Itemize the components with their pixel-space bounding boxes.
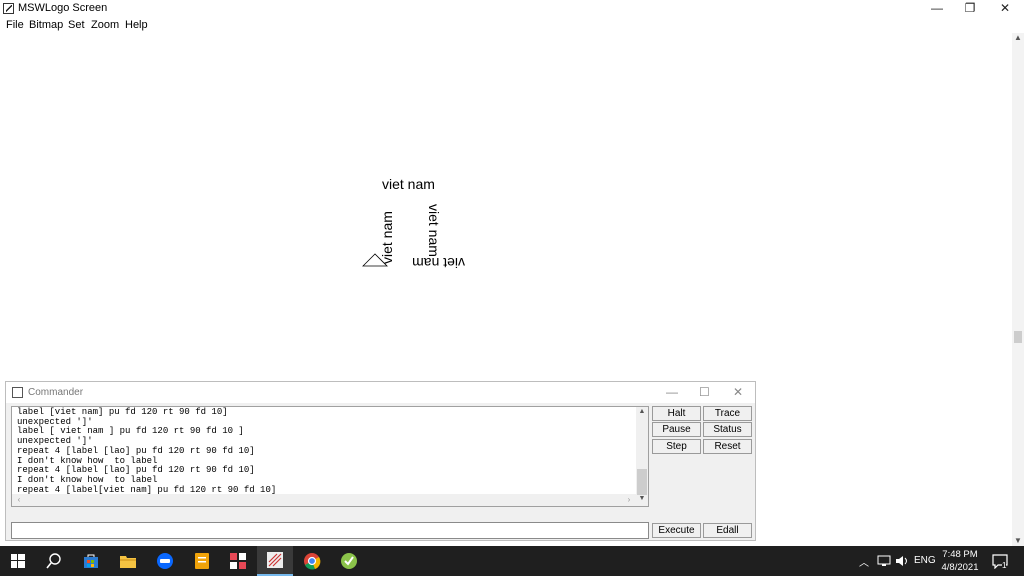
history-scroll-thumb[interactable] <box>637 469 647 495</box>
menu-bar: File Bitmap Set Zoom Help <box>0 17 1024 33</box>
menu-bitmap[interactable]: Bitmap <box>29 19 63 31</box>
commander-title-bar: Commander — ☐ ✕ <box>6 382 755 403</box>
history-scroll-down-icon[interactable]: ▼ <box>636 494 648 504</box>
menu-set[interactable]: Set <box>68 19 85 31</box>
menu-zoom[interactable]: Zoom <box>91 19 119 31</box>
menu-file[interactable]: File <box>6 19 24 31</box>
store-icon[interactable] <box>73 546 109 576</box>
clock-time: 7:48 PM <box>942 549 978 560</box>
chrome-icon[interactable] <box>294 546 330 576</box>
commander-close-button[interactable]: ✕ <box>733 385 743 399</box>
status-button[interactable]: Status <box>703 422 752 437</box>
commander-app-icon <box>12 387 23 398</box>
history-scroll-left-icon[interactable]: ‹ <box>14 494 24 506</box>
trace-button[interactable]: Trace <box>703 406 752 421</box>
canvas-label-right: viet nam <box>426 204 442 257</box>
clock[interactable]: 7:48 PM 4/8/2021 <box>934 548 986 574</box>
network-icon[interactable] <box>877 555 891 567</box>
sticky-notes-icon[interactable] <box>184 546 220 576</box>
mswlogo-desktop: MSWLogo Screen — ❐ ✕ File Bitmap Set Zoo… <box>0 0 1024 576</box>
scroll-down-arrow-icon[interactable]: ▼ <box>1012 536 1024 546</box>
scroll-up-arrow-icon[interactable]: ▲ <box>1012 33 1024 43</box>
reset-button[interactable]: Reset <box>703 439 752 454</box>
history-lines: label [viet nam] pu fd 120 rt 90 fd 10] … <box>17 407 632 495</box>
canvas-label-top: viet nam <box>382 176 435 192</box>
mswlogo-app-icon <box>3 3 14 14</box>
commander-title: Commander <box>28 387 84 398</box>
close-button[interactable]: ✕ <box>988 0 1022 17</box>
pause-button[interactable]: Pause <box>652 422 701 437</box>
history-horizontal-scrollbar[interactable]: ‹ › <box>12 494 636 506</box>
zalo-icon[interactable] <box>147 546 183 576</box>
halt-button[interactable]: Halt <box>652 406 701 421</box>
commander-history[interactable]: label [viet nam] pu fd 120 rt 90 fd 10] … <box>11 406 649 507</box>
scrollbar-thumb[interactable] <box>1014 331 1022 343</box>
history-scroll-up-icon[interactable]: ▲ <box>636 407 648 417</box>
step-button[interactable]: Step <box>652 439 701 454</box>
menu-help[interactable]: Help <box>125 19 148 31</box>
history-scroll-right-icon[interactable]: › <box>624 494 634 506</box>
volume-icon[interactable] <box>895 555 909 567</box>
turtle-icon <box>362 253 388 267</box>
commander-window: Commander — ☐ ✕ label [viet nam] pu fd 1… <box>5 381 756 541</box>
history-line: label [viet nam] pu fd 120 rt 90 fd 10] <box>17 407 228 417</box>
canvas-label-bottom: viet nam <box>412 255 465 271</box>
windows-taskbar: ︿ ENG 7:48 PM 4/8/2021 1 <box>0 546 1024 576</box>
start-icon[interactable] <box>0 546 36 576</box>
minimize-button[interactable]: — <box>920 0 954 17</box>
mswlogo-taskbar-icon[interactable] <box>257 546 293 576</box>
history-vertical-scrollbar[interactable]: ▲ ▼ <box>636 407 648 506</box>
file-explorer-icon[interactable] <box>110 546 146 576</box>
notification-count: 1 <box>1002 561 1007 570</box>
app-grid-icon[interactable] <box>220 546 256 576</box>
language-indicator[interactable]: ENG <box>914 555 936 566</box>
clock-date: 4/8/2021 <box>941 562 979 573</box>
window-title: MSWLogo Screen <box>18 2 108 14</box>
title-bar: MSWLogo Screen — ❐ ✕ <box>0 0 1024 17</box>
edall-button[interactable]: Edall <box>703 523 752 538</box>
search-icon[interactable] <box>36 546 72 576</box>
restore-button[interactable]: ❐ <box>953 0 987 17</box>
history-line: label [ viet nam ] pu fd 120 rt 90 fd 10… <box>17 426 244 437</box>
command-input[interactable] <box>11 522 649 539</box>
canvas-vertical-scrollbar[interactable]: ▲ ▼ <box>1012 33 1024 546</box>
execute-button[interactable]: Execute <box>652 523 701 538</box>
commander-maximize-button[interactable]: ☐ <box>699 385 710 399</box>
commander-minimize-button[interactable]: — <box>666 385 678 399</box>
tray-chevron-icon[interactable]: ︿ <box>859 554 869 569</box>
green-app-icon[interactable] <box>331 546 367 576</box>
